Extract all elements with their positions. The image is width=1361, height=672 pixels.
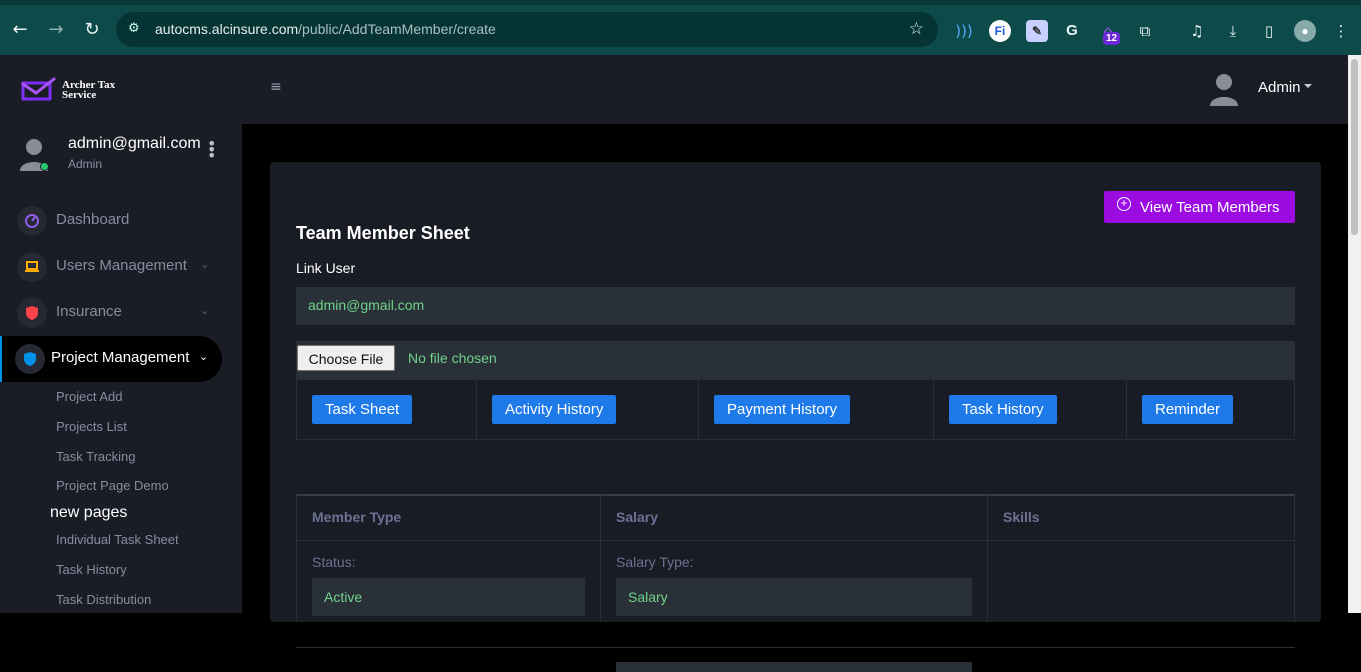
active-indicator [0,336,2,382]
chevron-down-icon: ⌄ [200,304,210,317]
chevron-down-icon: ⌄ [199,350,209,363]
plus-circle-icon: + [1117,197,1131,211]
reload-icon[interactable]: ↻ [82,20,102,40]
column-header-member-type: Member Type [312,509,402,525]
table-border [296,494,297,622]
url-domain: autocms.alcinsure.com [155,21,299,37]
tab-cell: Task History [934,380,1127,439]
sidebar-subitem-project-add[interactable]: Project Add [56,389,123,404]
side-panel-icon[interactable]: ▯ [1258,20,1280,42]
sidebar-subitem-task-history[interactable]: Task History [56,562,127,577]
site-info-icon[interactable]: ⚙ [128,21,144,37]
browser-menu-icon[interactable]: ⋮ [1330,20,1352,42]
back-icon[interactable]: ← [10,20,30,40]
sidebar-item-dashboard[interactable]: Dashboard [0,198,222,244]
address-bar[interactable]: ⚙ autocms.alcinsure.com/public/AddTeamMe… [116,12,938,47]
user-role: Admin [68,157,103,171]
grammarly-icon[interactable]: G [1061,20,1083,42]
reminder-button[interactable]: Reminder [1142,395,1234,424]
table-row-divider [296,540,1295,541]
activity-history-button[interactable]: Activity History [492,395,617,424]
shield-icon [15,344,45,374]
pen-extension-icon[interactable]: ✎ [1026,20,1048,42]
tab-cell: Task Sheet [297,380,477,439]
table-row-divider [296,647,1295,648]
scrollbar-thumb[interactable] [1351,59,1358,235]
online-status-dot [40,162,49,171]
choose-file-button[interactable]: Choose File [297,345,395,371]
url-path: /public/AddTeamMember/create [298,21,496,37]
header-avatar-icon[interactable] [1208,72,1240,106]
column-header-skills: Skills [1003,509,1040,525]
fi-extension-icon[interactable]: Fi [989,20,1011,42]
link-user-label: Link User [296,260,356,276]
bookmark-star-icon[interactable]: ☆ [909,19,924,39]
table-border [1294,494,1295,622]
forward-icon[interactable]: → [46,20,66,40]
profile-avatar-icon[interactable]: ● [1294,20,1316,42]
sidebar-subitem-individual-task-sheet[interactable]: Individual Task Sheet [56,532,179,547]
header-user-name[interactable]: Admin [1258,79,1301,96]
download-icon[interactable]: ⤓ [1222,20,1244,42]
sidebar-item-project-management[interactable]: Project Management ⌄ [0,336,222,382]
puzzle-extensions-icon[interactable]: ⧉ [1134,20,1156,42]
sidebar-subitem-projects-list[interactable]: Projects List [56,419,127,434]
laptop-icon [17,252,47,282]
tab-cell: Reminder [1127,380,1294,439]
action-tabs-row: Task Sheet Activity History Payment Hist… [296,379,1295,440]
extension-badge: 12 [1103,32,1121,45]
table-column-divider [600,494,601,622]
sidebar-item-label: Dashboard [56,211,130,228]
sidebar-subitem-task-tracking[interactable]: Task Tracking [56,449,135,464]
sidebar-item-label: Users Management [56,257,187,274]
menu-toggle-icon[interactable]: ≡ [270,79,282,95]
table-column-divider [987,494,988,622]
tab-strip-edge [0,0,1361,5]
browser-toolbar: ← → ↻ ⚙ autocms.alcinsure.com/public/Add… [0,0,1361,55]
profile-options-icon[interactable]: • • • [207,136,216,164]
view-team-members-label: View Team Members [1140,199,1280,216]
security-icon [17,298,47,328]
top-navbar: ≡ Admin [242,55,1348,124]
link-user-field[interactable]: admin@gmail.com [296,287,1295,325]
team-member-card: + View Team Members Team Member Sheet Li… [270,162,1321,672]
next-row-field[interactable] [616,662,972,672]
payment-history-button[interactable]: Payment History [714,395,851,424]
sidebar-item-label: Project Management [51,349,190,366]
status-field[interactable]: Active [312,578,585,616]
salary-type-label: Salary Type: [616,554,694,570]
sidebar: Archer Tax Service admin@gmail.com Admin… [0,55,242,613]
brand-name: Archer Tax Service [62,80,115,101]
page-title: Team Member Sheet [296,223,470,243]
chevron-down-icon: ⌄ [200,258,210,271]
sidebar-subitem-project-page-demo[interactable]: Project Page Demo [56,478,169,493]
file-upload-row: Choose File No file chosen [296,341,1295,379]
sidebar-item-label: Insurance [56,303,122,320]
speedometer-icon [17,206,47,236]
brand-logo[interactable]: Archer Tax Service [20,77,140,105]
file-status-text: No file chosen [408,350,497,366]
user-email: admin@gmail.com [68,135,201,152]
page-scrollbar[interactable] [1348,55,1361,613]
tab-cell: Payment History [699,380,934,439]
media-control-icon[interactable]: ♫ [1186,20,1208,42]
column-header-salary: Salary [616,509,659,525]
url-text[interactable]: autocms.alcinsure.com/public/AddTeamMemb… [155,21,496,37]
brand-name-line2: Service [62,89,97,101]
status-label: Status: [312,554,356,570]
view-team-members-button[interactable]: + View Team Members [1104,191,1295,223]
sidebar-item-users-management[interactable]: Users Management ⌄ [0,244,222,290]
table-header-divider [296,494,1295,496]
tab-cell: Activity History [477,380,699,439]
wifi-extension-icon[interactable]: ))) [953,20,975,42]
sidebar-section-heading: new pages [50,504,128,521]
caret-down-icon[interactable] [1304,84,1312,88]
envelope-logo-icon [21,77,56,101]
salary-type-field[interactable]: Salary [616,578,972,616]
sidebar-subitem-task-distribution[interactable]: Task Distribution [56,592,151,607]
app-root: Archer Tax Service admin@gmail.com Admin… [0,55,1361,672]
task-sheet-button[interactable]: Task Sheet [312,395,413,424]
task-history-button[interactable]: Task History [949,395,1057,424]
sidebar-item-insurance[interactable]: Insurance ⌄ [0,290,222,336]
